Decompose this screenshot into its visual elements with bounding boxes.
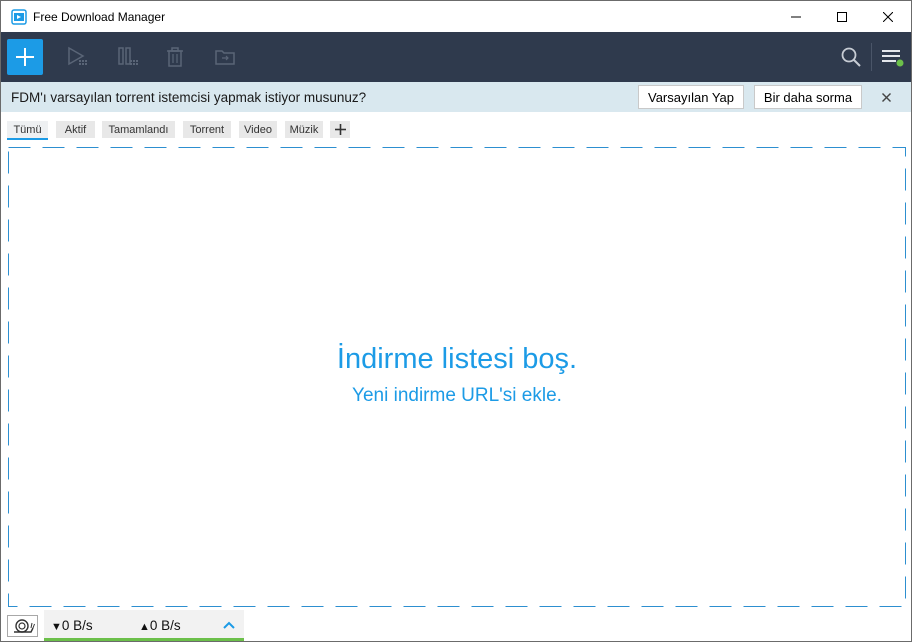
folder-icon bbox=[215, 50, 235, 65]
title-bar[interactable]: Free Download Manager bbox=[1, 1, 911, 32]
tab-all[interactable]: Tümü bbox=[7, 121, 48, 140]
make-default-button[interactable]: Varsayılan Yap bbox=[638, 85, 744, 109]
speed-panel[interactable]: ▼0 B/s ▲0 B/s bbox=[44, 610, 244, 641]
default-client-notification: FDM'ı varsayılan torrent istemcisi yapma… bbox=[1, 82, 911, 112]
pause-button[interactable] bbox=[114, 44, 140, 70]
toolbar-separator bbox=[871, 43, 872, 71]
close-icon bbox=[881, 92, 891, 102]
play-icon bbox=[68, 46, 87, 66]
snail-icon bbox=[13, 619, 35, 633]
close-window-button[interactable] bbox=[865, 1, 911, 32]
dont-ask-again-button[interactable]: Bir daha sorma bbox=[754, 85, 862, 109]
dashed-border bbox=[8, 147, 906, 607]
download-arrow-icon: ▼ bbox=[51, 621, 62, 633]
main-menu-button[interactable] bbox=[879, 44, 905, 70]
hamburger-menu-icon bbox=[882, 50, 904, 67]
pause-icon bbox=[118, 47, 138, 65]
empty-list-title: İndirme listesi boş. bbox=[336, 343, 578, 375]
minimize-button[interactable] bbox=[773, 1, 819, 32]
upload-speed-value: 0 B/s bbox=[149, 618, 181, 633]
search-icon bbox=[841, 47, 861, 67]
tab-active[interactable]: Aktif bbox=[56, 121, 95, 138]
close-icon bbox=[883, 11, 893, 22]
status-bar: ▼0 B/s ▲0 B/s bbox=[1, 610, 911, 641]
chevron-up-icon[interactable] bbox=[222, 619, 236, 631]
window-controls bbox=[773, 1, 911, 32]
maximize-button[interactable] bbox=[819, 1, 865, 32]
add-download-button[interactable] bbox=[7, 39, 43, 75]
close-notification-button[interactable] bbox=[877, 88, 895, 106]
trash-icon bbox=[167, 47, 183, 67]
add-tab-button[interactable] bbox=[330, 121, 350, 138]
upload-arrow-icon: ▲ bbox=[139, 621, 150, 633]
tab-music[interactable]: Müzik bbox=[285, 121, 323, 138]
download-speed-value: 0 B/s bbox=[61, 618, 93, 633]
plus-icon bbox=[334, 124, 346, 135]
app-window: Free Download Manager FDM'ı varsayılan t… bbox=[0, 0, 912, 642]
plus-icon bbox=[16, 48, 34, 66]
toolbar bbox=[1, 32, 911, 82]
filter-tabs: Tümü Aktif Tamamlandı Torrent Video Müzi… bbox=[1, 112, 911, 142]
speed-limit-button[interactable] bbox=[7, 615, 38, 637]
download-list-drop-area[interactable]: İndirme listesi boş. Yeni indirme URL'si… bbox=[8, 147, 906, 607]
tab-torrent[interactable]: Torrent bbox=[183, 121, 231, 138]
upload-speed: ▲0 B/s bbox=[139, 618, 181, 633]
start-button[interactable] bbox=[64, 44, 90, 70]
notification-message: FDM'ı varsayılan torrent istemcisi yapma… bbox=[11, 89, 367, 105]
minimize-icon bbox=[791, 16, 801, 17]
download-speed: ▼0 B/s bbox=[51, 618, 93, 633]
window-title: Free Download Manager bbox=[33, 9, 166, 24]
fdm-logo-icon bbox=[11, 8, 27, 25]
delete-button[interactable] bbox=[162, 44, 188, 70]
open-folder-button[interactable] bbox=[212, 44, 238, 70]
tab-video[interactable]: Video bbox=[239, 121, 277, 138]
tab-completed[interactable]: Tamamlandı bbox=[102, 121, 175, 138]
maximize-icon bbox=[837, 11, 847, 22]
search-button[interactable] bbox=[838, 44, 864, 70]
add-url-link[interactable]: Yeni indirme URL'si ekle. bbox=[8, 385, 906, 407]
